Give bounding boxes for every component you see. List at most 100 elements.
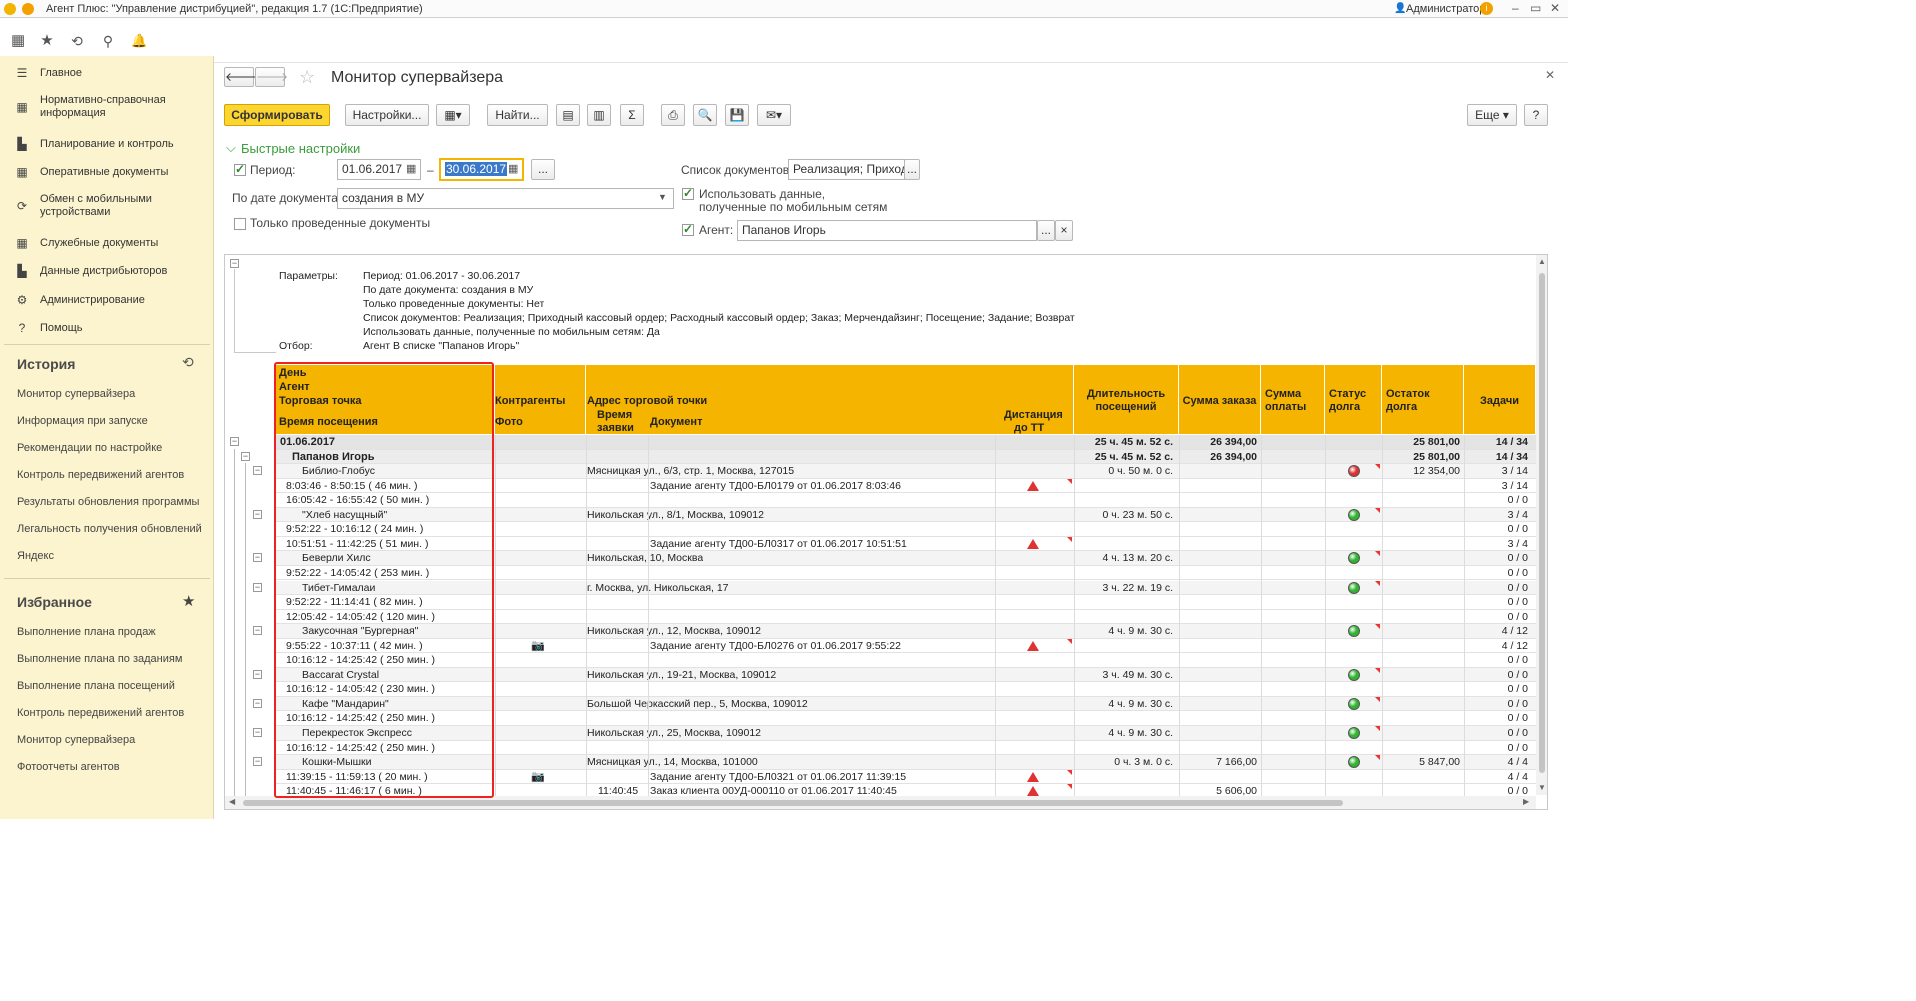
favorite-star-icon[interactable]: ☆ <box>299 67 315 88</box>
collapse-outlet-icon[interactable]: − <box>253 757 262 767</box>
table-row[interactable] <box>276 493 1536 508</box>
scroll-thumb[interactable] <box>1539 273 1545 773</box>
maximize-icon[interactable]: ▭ <box>1530 1 1541 15</box>
table-row[interactable] <box>276 638 1536 654</box>
minimize-icon[interactable]: – <box>1512 1 1519 15</box>
table-row[interactable] <box>276 696 1536 712</box>
collapse-day-icon[interactable]: − <box>230 437 239 446</box>
report-spreadsheet[interactable]: − Параметры: Период: 01.06.2017 - 30.06.… <box>224 254 1548 810</box>
history-link[interactable]: Монитор супервайзера <box>17 388 135 400</box>
doc-list-select-button[interactable]: ... <box>904 159 920 180</box>
mail-dropdown-icon[interactable]: ✉▾ <box>757 104 791 126</box>
sidebar-item-service-docs[interactable]: ▦ Служебные документы <box>0 235 214 263</box>
favorites-star-icon[interactable]: ★ <box>182 592 195 610</box>
collapse-outlet-icon[interactable]: − <box>253 582 262 592</box>
info-icon[interactable]: i <box>1480 2 1493 15</box>
collapse-outlet-icon[interactable]: − <box>253 466 262 476</box>
table-row[interactable] <box>276 464 1536 479</box>
table-row[interactable] <box>276 755 1536 770</box>
sum-icon[interactable]: Σ <box>620 104 644 126</box>
scroll-down-icon[interactable]: ▼ <box>1538 783 1546 792</box>
apps-grid-icon[interactable]: ▦ <box>11 33 25 48</box>
table-row[interactable] <box>276 726 1536 741</box>
search-icon[interactable]: ⚲ <box>101 34 115 48</box>
scroll-up-icon[interactable]: ▲ <box>1538 257 1546 266</box>
table-row[interactable] <box>276 624 1536 639</box>
vertical-scrollbar[interactable]: ▲ ▼ <box>1536 255 1547 795</box>
sidebar-item-planning[interactable]: ▙ Планирование и контроль <box>0 136 214 164</box>
collapse-icon[interactable]: ▤ <box>556 104 580 126</box>
favorites-link[interactable]: Выполнение плана посещений <box>17 680 175 692</box>
table-row[interactable] <box>276 551 1536 566</box>
forward-button[interactable]: 🡒 <box>255 67 288 87</box>
favorites-link[interactable]: Фотоотчеты агентов <box>17 761 120 773</box>
help-button[interactable]: ? <box>1524 104 1548 126</box>
period-select-button[interactable]: ... <box>531 159 555 180</box>
document-link[interactable]: Задание агенту ТД00-БЛ0317 от 01.06.2017… <box>650 537 907 551</box>
calendar-icon[interactable]: ▦ <box>508 162 518 175</box>
collapse-outlet-icon[interactable]: − <box>253 669 262 679</box>
sidebar-item-operative-docs[interactable]: ▦ Оперативные документы <box>0 164 214 192</box>
history-link[interactable]: Контроль передвижений агентов <box>17 469 184 481</box>
history-link[interactable]: Яндекс <box>17 550 54 562</box>
only-posted-checkbox[interactable] <box>234 218 246 230</box>
agent-input[interactable]: Папанов Игорь <box>737 220 1037 241</box>
favorites-star-icon[interactable]: ★ <box>40 33 54 48</box>
document-link[interactable]: Задание агенту ТД00-БЛ0276 от 01.06.2017… <box>650 639 901 653</box>
find-button[interactable]: Найти... <box>487 104 548 126</box>
agent-checkbox[interactable] <box>682 222 694 236</box>
history-link[interactable]: Рекомендации по настройке <box>17 442 162 454</box>
document-link[interactable]: Задание агенту ТД00-БЛ0321 от 01.06.2017… <box>650 770 906 784</box>
history-clock-icon[interactable]: ⟲ <box>182 354 194 371</box>
close-form-icon[interactable]: ✕ <box>1545 68 1555 82</box>
expand-icon[interactable]: ▥ <box>587 104 611 126</box>
quick-settings-chevron-icon[interactable]: ⌵ <box>226 140 236 156</box>
scroll-right-icon[interactable]: ▶ <box>1523 797 1529 806</box>
history-link[interactable]: Легальность получения обновлений <box>17 523 202 535</box>
collapse-outlet-icon[interactable]: − <box>253 698 262 708</box>
table-row[interactable] <box>276 435 1536 450</box>
favorites-link[interactable]: Контроль передвижений агентов <box>17 707 184 719</box>
favorites-link[interactable]: Монитор супервайзера <box>17 734 135 746</box>
by-date-select[interactable]: создания в МУ <box>337 188 674 209</box>
table-row[interactable] <box>276 609 1536 625</box>
history-icon[interactable]: ⟲ <box>70 34 84 48</box>
favorites-link[interactable]: Выполнение плана по заданиям <box>17 653 182 665</box>
table-row[interactable] <box>276 565 1536 581</box>
collapse-agent-icon[interactable]: − <box>241 451 250 461</box>
menu-dropdown-icon[interactable] <box>22 3 34 15</box>
bell-icon[interactable]: 🔔 <box>131 34 147 48</box>
settings-button[interactable]: Настройки... <box>345 104 429 126</box>
horizontal-scrollbar[interactable]: ◀ ▶ <box>225 796 1536 809</box>
close-window-icon[interactable]: ✕ <box>1550 1 1560 15</box>
save-icon[interactable]: 💾 <box>725 104 749 126</box>
collapse-outlet-icon[interactable]: − <box>253 553 262 563</box>
table-row[interactable] <box>276 595 1536 610</box>
sidebar-item-admin[interactable]: ⚙ Администрирование <box>0 292 214 320</box>
collapse-outlet-icon[interactable]: − <box>253 626 262 636</box>
preview-icon[interactable]: 🔍 <box>693 104 717 126</box>
scroll-left-icon[interactable]: ◀ <box>229 797 235 806</box>
table-row[interactable] <box>276 653 1536 668</box>
use-mobile-checkbox[interactable] <box>682 186 694 200</box>
collapse-params-icon[interactable]: − <box>230 259 239 268</box>
camera-icon[interactable]: 📷 <box>531 770 545 784</box>
scroll-thumb[interactable] <box>243 800 1343 806</box>
table-row[interactable] <box>276 507 1536 523</box>
sidebar-item-distributor-data[interactable]: ▙ Данные дистрибьюторов <box>0 263 214 291</box>
period-checkbox[interactable] <box>234 162 246 176</box>
table-row[interactable] <box>276 580 1536 596</box>
agent-clear-button[interactable]: × <box>1055 220 1073 241</box>
table-row[interactable] <box>276 740 1536 756</box>
generate-button[interactable]: Сформировать <box>224 104 330 126</box>
table-row[interactable] <box>276 478 1536 494</box>
document-link[interactable]: Задание агенту ТД00-БЛ0179 от 01.06.2017… <box>650 479 901 493</box>
collapse-outlet-icon[interactable]: − <box>253 728 262 737</box>
sidebar-item-main[interactable]: ☰ Главное <box>0 65 214 93</box>
sidebar-item-reference[interactable]: ▦ Нормативно-справочная информация <box>0 94 214 122</box>
user-icon[interactable]: 👤 <box>1394 3 1406 14</box>
more-button[interactable]: Еще ▾ <box>1467 104 1517 126</box>
user-name[interactable]: Администратор <box>1406 3 1485 15</box>
history-link[interactable]: Результаты обновления программы <box>17 496 199 508</box>
chevron-down-icon[interactable]: ▼ <box>658 192 667 202</box>
